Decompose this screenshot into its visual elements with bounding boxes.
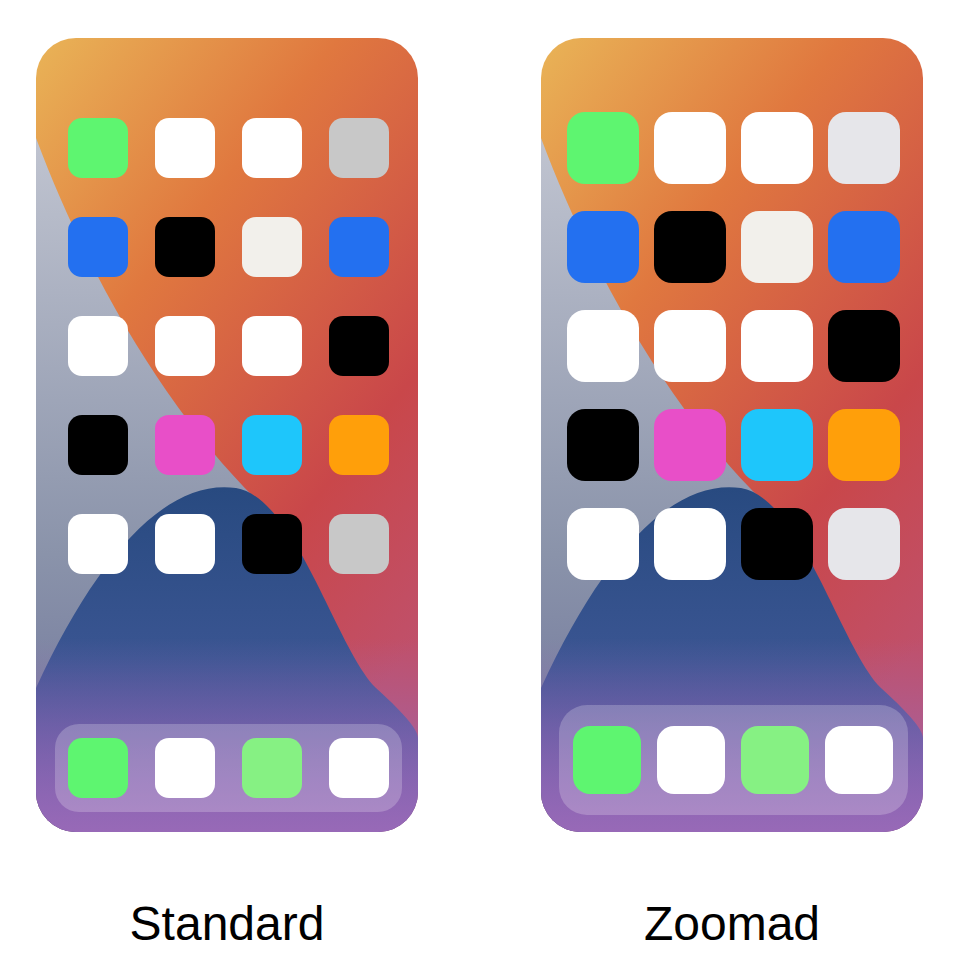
dock: [559, 705, 908, 815]
dock-icon[interactable]: [68, 738, 128, 798]
app-icon[interactable]: [329, 514, 389, 574]
app-icon[interactable]: [68, 316, 128, 376]
app-icon[interactable]: [828, 211, 900, 283]
app-icon[interactable]: [329, 118, 389, 178]
app-icon[interactable]: [741, 112, 813, 184]
app-icon[interactable]: [654, 409, 726, 481]
app-icon[interactable]: [654, 112, 726, 184]
phone-column: Standard: [36, 38, 418, 959]
app-icon[interactable]: [155, 316, 215, 376]
app-icon[interactable]: [242, 316, 302, 376]
app-icon[interactable]: [567, 112, 639, 184]
app-icon[interactable]: [741, 211, 813, 283]
phone-screen: [541, 38, 923, 832]
phone-screen: [36, 38, 418, 832]
app-grid: [541, 38, 923, 580]
dock-icon[interactable]: [155, 738, 215, 798]
app-icon[interactable]: [567, 409, 639, 481]
app-icon[interactable]: [68, 514, 128, 574]
dock-icon[interactable]: [573, 726, 641, 794]
app-icon[interactable]: [828, 409, 900, 481]
dock-icon[interactable]: [741, 726, 809, 794]
phone-column: Zoomad: [541, 38, 923, 959]
app-icon[interactable]: [654, 211, 726, 283]
app-icon[interactable]: [155, 514, 215, 574]
app-grid: [36, 38, 418, 574]
app-icon[interactable]: [242, 514, 302, 574]
app-icon[interactable]: [567, 211, 639, 283]
app-icon[interactable]: [242, 118, 302, 178]
app-icon[interactable]: [741, 310, 813, 382]
dock-icon[interactable]: [825, 726, 893, 794]
app-icon[interactable]: [329, 415, 389, 475]
app-icon[interactable]: [567, 508, 639, 580]
app-icon[interactable]: [68, 415, 128, 475]
app-icon[interactable]: [654, 508, 726, 580]
app-icon[interactable]: [155, 415, 215, 475]
app-icon[interactable]: [828, 508, 900, 580]
page: Standard Zoomad: [0, 0, 959, 959]
dock: [55, 724, 402, 812]
app-icon[interactable]: [155, 118, 215, 178]
app-icon[interactable]: [828, 112, 900, 184]
app-icon[interactable]: [68, 118, 128, 178]
app-icon[interactable]: [828, 310, 900, 382]
dock-icon[interactable]: [657, 726, 725, 794]
phone-label: Zoomad: [644, 896, 820, 952]
dock-icon[interactable]: [329, 738, 389, 798]
app-icon[interactable]: [242, 217, 302, 277]
dock-icon[interactable]: [242, 738, 302, 798]
app-icon[interactable]: [329, 316, 389, 376]
app-icon[interactable]: [654, 310, 726, 382]
app-icon[interactable]: [242, 415, 302, 475]
dock-area: [36, 724, 418, 832]
app-icon[interactable]: [155, 217, 215, 277]
dock-area: [541, 705, 923, 832]
phone-label: Standard: [130, 896, 325, 952]
app-icon[interactable]: [329, 217, 389, 277]
app-icon[interactable]: [567, 310, 639, 382]
app-icon[interactable]: [741, 508, 813, 580]
app-icon[interactable]: [741, 409, 813, 481]
app-icon[interactable]: [68, 217, 128, 277]
